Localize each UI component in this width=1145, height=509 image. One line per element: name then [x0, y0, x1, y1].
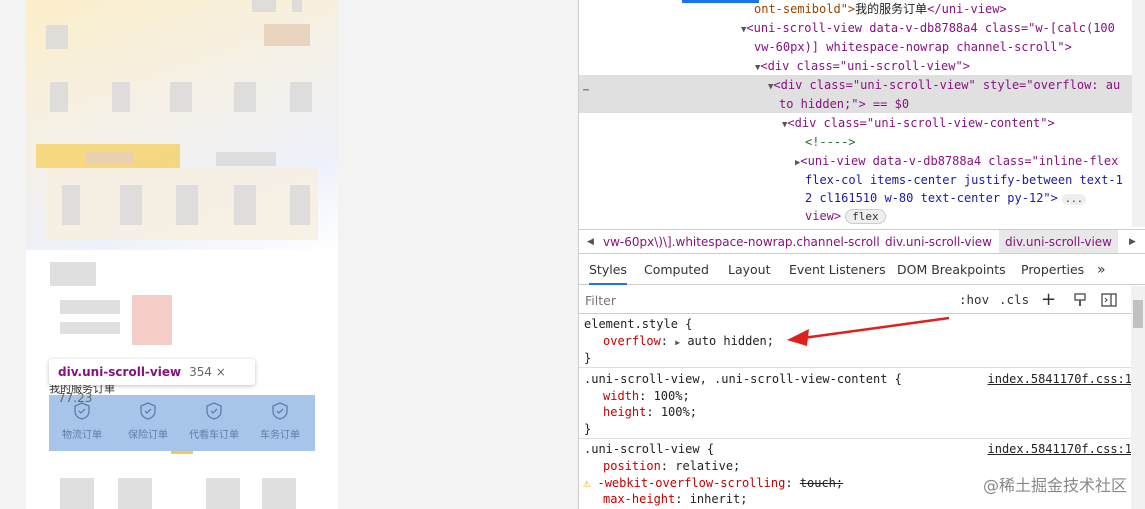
tab-layout[interactable]: Layout — [728, 255, 771, 285]
rule-selector: .uni-scroll-view, .uni-scroll-view-conte… — [584, 372, 902, 386]
warning-icon: ⚠ — [583, 476, 591, 490]
rule-source-link[interactable]: index.5841170f.css:1 — [988, 441, 1133, 459]
blurred-block — [60, 478, 94, 509]
elements-tree[interactable]: ⋯ ont-semibold">我的服务订单</uni-view> ▼<uni-… — [579, 0, 1145, 227]
flex-badge[interactable]: flex — [845, 209, 886, 224]
shield-icon — [272, 402, 288, 420]
active-tab-indicator — [682, 0, 759, 3]
blurred-block — [62, 185, 80, 225]
tab-dom-breakpoints[interactable]: DOM Breakpoints — [897, 255, 1006, 285]
rule-close: } — [584, 351, 592, 365]
dom-line[interactable]: flex-col items-center justify-between te… — [805, 171, 1123, 190]
breadcrumb: ◀ vw-60px\)\].whitespace-nowrap.channel-… — [579, 229, 1145, 254]
ellipsis-badge[interactable]: ... — [1061, 194, 1086, 205]
tab-styles[interactable]: Styles — [589, 255, 627, 285]
breadcrumb-item[interactable]: vw-60px\)\].whitespace-nowrap.channel-sc… — [603, 230, 880, 253]
rule-declaration[interactable]: position: relative; — [603, 458, 740, 476]
dom-line[interactable]: ▼<uni-scroll-view data-v-db8788a4 class=… — [741, 19, 1115, 40]
more-dots[interactable]: ⋯ — [583, 82, 589, 101]
crumb-right-arrow[interactable]: ▶ — [1129, 230, 1136, 253]
rule-declaration[interactable]: width: 100%; — [603, 388, 690, 406]
tab-event-listeners[interactable]: Event Listeners — [789, 255, 886, 285]
dom-comment[interactable]: <!----> — [805, 133, 856, 152]
service-label: 保险订单 — [128, 430, 168, 441]
blurred-block — [206, 478, 240, 509]
dom-line[interactable]: vw-60px)] whitespace-nowrap channel-scro… — [754, 38, 1072, 57]
rule-declaration-warning[interactable]: ⚠ -webkit-overflow-scrolling: touch; — [583, 475, 843, 493]
breadcrumb-item-active[interactable]: div.uni-scroll-view — [999, 230, 1118, 253]
dom-line[interactable]: ▶<uni-view data-v-db8788a4 class="inline… — [795, 152, 1118, 173]
annotation-arrow — [787, 316, 950, 346]
blurred-block — [120, 185, 142, 225]
rule-source-link[interactable]: index.5841170f.css:1 — [988, 371, 1133, 389]
service-label: 物流订单 — [62, 430, 102, 441]
rule-selector: element.style { — [584, 317, 693, 331]
tab-computed[interactable]: Computed — [644, 255, 709, 285]
blurred-block — [118, 478, 152, 509]
service-label: 代看车订单 — [189, 430, 239, 441]
service-item-car-affairs[interactable]: 车务订单 — [250, 402, 310, 441]
rule-uni-scroll-view-content: .uni-scroll-view, .uni-scroll-view-conte… — [579, 369, 1132, 439]
devtools-panel: ⋯ ont-semibold">我的服务订单</uni-view> ▼<uni-… — [578, 0, 1145, 509]
blurred-block — [86, 152, 134, 164]
blurred-block — [216, 152, 276, 166]
blurred-block — [46, 25, 68, 49]
dom-line[interactable]: ▼<div class="uni-scroll-view-content"> — [782, 114, 1055, 135]
hov-toggle[interactable]: :hov — [959, 286, 989, 313]
blurred-block — [262, 478, 296, 509]
blurred-block — [290, 185, 310, 225]
blurred-block — [234, 82, 256, 112]
service-item-insurance[interactable]: 保险订单 — [118, 402, 178, 441]
dom-line-selected[interactable]: ▼<div class="uni-scroll-view" style="ove… — [768, 76, 1120, 97]
blurred-block — [60, 322, 120, 334]
blurred-block — [252, 0, 276, 12]
blurred-block — [234, 185, 256, 225]
dom-line[interactable]: view> flex — [805, 207, 886, 227]
inspect-tooltip: div.uni-scroll-view 354 × 77.23 — [49, 359, 255, 405]
dom-line[interactable]: ▼<div class="uni-scroll-view"> — [755, 57, 970, 78]
service-item-car-inspection[interactable]: 代看车订单 — [184, 402, 244, 441]
blurred-block — [176, 185, 198, 225]
blurred-block — [292, 0, 302, 12]
blurred-block — [264, 24, 310, 46]
scroll-indicator — [171, 451, 193, 454]
blurred-block — [290, 82, 312, 112]
styles-toolbar: :hov .cls + — [579, 286, 1145, 314]
blurred-block — [60, 300, 120, 314]
cls-toggle[interactable]: .cls — [999, 286, 1029, 313]
blurred-block — [50, 82, 68, 112]
tooltip-element-name: div.uni-scroll-view — [58, 365, 182, 379]
blurred-block — [50, 262, 96, 286]
shield-icon — [140, 402, 156, 420]
blurred-block — [112, 82, 130, 112]
rule-declaration[interactable]: overflow: ▶ auto hidden; — [603, 333, 774, 352]
rule-declaration[interactable]: height: 100%; — [603, 404, 697, 422]
filter-input[interactable] — [585, 290, 947, 310]
rule-close: } — [584, 422, 592, 436]
rule-selector: .uni-scroll-view { — [584, 442, 715, 456]
crumb-left-arrow[interactable]: ◀ — [587, 230, 594, 253]
more-tabs-icon[interactable]: » — [1097, 255, 1106, 285]
new-rule-button[interactable]: + — [1041, 286, 1056, 313]
breadcrumb-item[interactable]: div.uni-scroll-view — [885, 230, 992, 253]
service-label: 车务订单 — [260, 430, 300, 441]
dom-line-selected[interactable]: to hidden;"> == $0 — [779, 95, 909, 114]
rule-declaration[interactable]: max-height: inherit; — [603, 491, 748, 509]
shield-icon — [206, 402, 222, 420]
blurred-block — [170, 82, 192, 112]
watermark: @稀土掘金技术社区 — [982, 476, 1127, 495]
preview-panel: 我的服务订单 物流订单 保险订单 代看车订单 车务订单 div.uni-scro… — [0, 0, 578, 509]
dom-line[interactable]: ont-semibold">我的服务订单</uni-view> — [754, 0, 1007, 19]
blurred-image — [132, 295, 172, 345]
tab-properties[interactable]: Properties — [1021, 255, 1084, 285]
styles-tabbar: Styles Computed Layout Event Listeners D… — [579, 255, 1145, 285]
elements-scrollbar[interactable] — [1132, 0, 1145, 227]
